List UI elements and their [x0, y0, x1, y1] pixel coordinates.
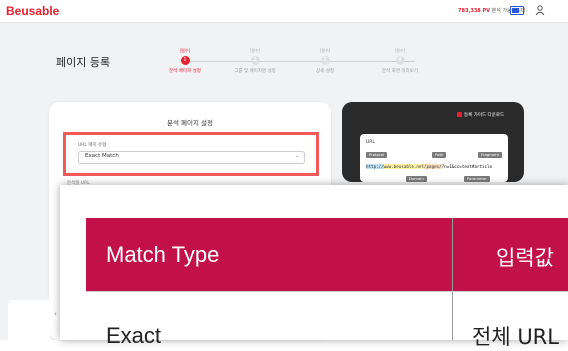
step-label: 상세 설정 [316, 69, 334, 74]
url-protocol: http:// [366, 164, 384, 169]
user-icon[interactable] [534, 4, 546, 16]
step-number: 4 [395, 56, 405, 65]
guide-download-label: 등록 가이드 다운로드 [464, 113, 505, 118]
card-title: 분석 페이지 설정 [167, 119, 213, 127]
header-input-value: 입력값 [496, 246, 554, 270]
url-match-type-label: URL 매치 유형 [78, 143, 107, 148]
path-tag: Path [432, 152, 447, 158]
url-path: /pages/ [424, 164, 442, 169]
top-bar: Beusable 783,338 PV 분석 가능합니다. [0, 0, 568, 23]
cell-full-url: 전체 URL [472, 325, 559, 349]
match-type-table-overlay: Match Type 입력값 Exact 전체 URL [60, 185, 568, 349]
guide-download-link[interactable]: 등록 가이드 다운로드 [457, 112, 504, 118]
step-1[interactable]: [필수] 1 분석 페이지 설정 [145, 48, 225, 74]
url-title: URL [366, 140, 375, 145]
url-domain: www.beusable.net [383, 164, 424, 169]
select-value: Exact Match [85, 153, 119, 159]
header-match-type: Match Type [106, 242, 220, 267]
step-required: [필수] [249, 48, 261, 53]
step-required: [필수] [394, 48, 406, 53]
cell-exact: Exact [106, 323, 162, 348]
protocol-tag: Protocol [366, 152, 388, 158]
step-label: 분석 페이지 설정 [169, 69, 201, 74]
url-match-type-select[interactable]: Exact Match ⌄ [78, 151, 305, 164]
pv-count: 783,338 PV [458, 8, 491, 14]
side-panel [8, 300, 50, 340]
example-url: http://www.beusable.net/pages/?n=1&cc=te… [366, 164, 492, 170]
beusable-logo[interactable]: Beusable [6, 4, 59, 18]
highlight-box: URL 매치 유형 Exact Match ⌄ [63, 132, 319, 176]
fragment-tag: Fragment [478, 152, 503, 158]
url-rest: ?n=1&cc=text#article [441, 164, 493, 169]
page-title: 페이지 등록 [56, 56, 111, 69]
parameter-tag: Parameter [464, 176, 490, 182]
step-label: 분석 화면 미리보기 [382, 69, 418, 74]
step-required: [필수] [179, 48, 191, 53]
back-arrow-icon[interactable]: ‹ [54, 310, 57, 318]
row-divider [86, 291, 568, 292]
step-4[interactable]: [필수] 4 분석 화면 미리보기 [360, 48, 440, 74]
chevron-down-icon: ⌄ [295, 153, 300, 159]
step-number: 1 [180, 56, 190, 65]
step-required: [필수] [319, 48, 331, 53]
pdf-icon [457, 112, 462, 117]
column-divider [452, 218, 453, 340]
table-header: Match Type 입력값 [86, 218, 568, 291]
step-number: 3 [320, 56, 330, 65]
guide-card: 등록 가이드 다운로드 URL Protocol Path Fragment h… [342, 102, 524, 182]
url-structure-panel: URL Protocol Path Fragment http://www.be… [360, 134, 508, 182]
step-3[interactable]: [필수] 3 상세 설정 [285, 48, 365, 74]
domain-tag: Domain [406, 176, 427, 182]
step-number: 2 [250, 56, 260, 65]
battery-icon [510, 6, 524, 15]
step-2[interactable]: [필수] 2 그룹 및 페이지명 설정 [215, 48, 295, 74]
step-label: 그룹 및 페이지명 설정 [234, 69, 276, 74]
